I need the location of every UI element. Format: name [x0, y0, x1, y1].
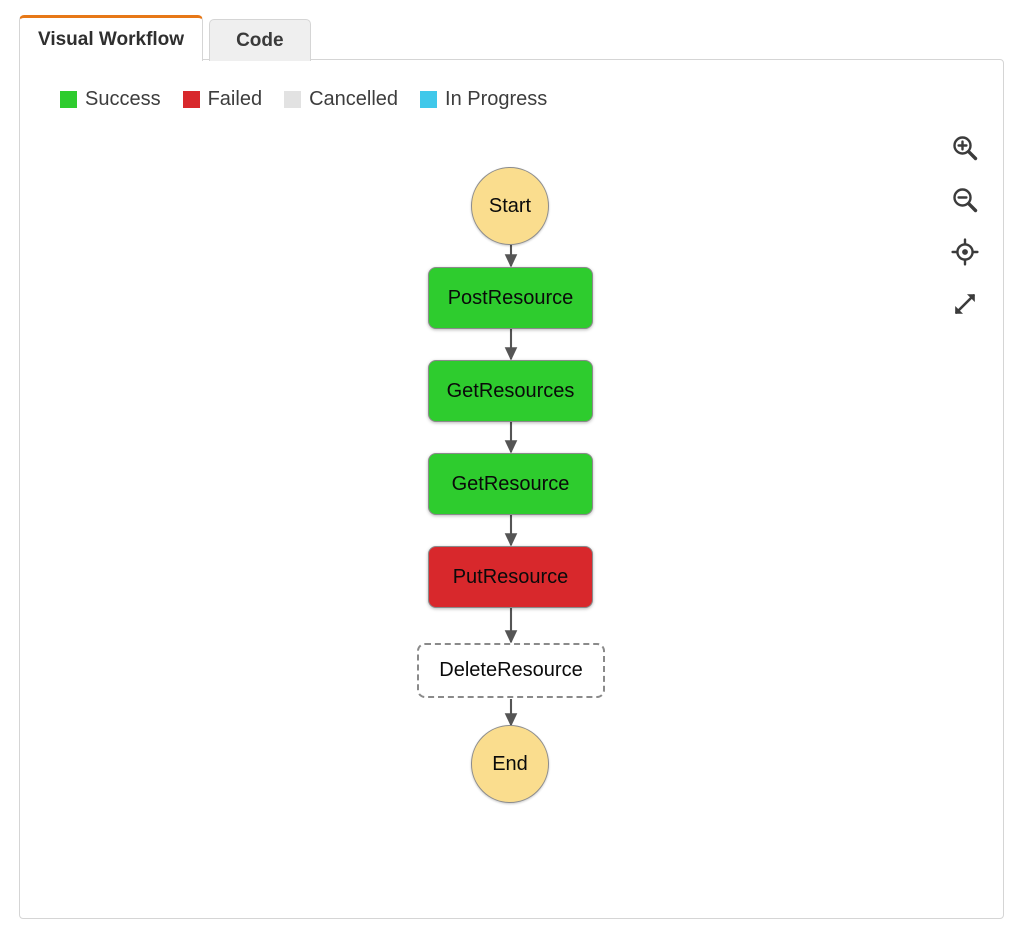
view-controls	[949, 132, 981, 320]
tab-visual-workflow-label: Visual Workflow	[38, 28, 185, 50]
workflow-node-start[interactable]: Start	[471, 167, 549, 245]
center-icon	[951, 238, 979, 266]
workflow-node-putresource-label: PutResource	[452, 565, 569, 588]
workflow-node-getresources[interactable]: GetResources	[428, 360, 593, 422]
zoom-out-icon	[953, 188, 978, 213]
center-button[interactable]	[949, 236, 981, 268]
fullscreen-button[interactable]	[949, 288, 981, 320]
tab-code[interactable]: Code	[209, 19, 311, 61]
workflow-node-getresources-label: GetResources	[446, 379, 575, 402]
workflow-node-end-label: End	[492, 752, 528, 775]
workflow-node-deleteresource[interactable]: DeleteResource	[417, 643, 605, 698]
tab-code-label: Code	[236, 29, 284, 51]
zoom-out-button[interactable]	[949, 184, 981, 216]
zoom-in-icon	[953, 136, 978, 161]
workflow-node-postresource-label: PostResource	[447, 286, 574, 309]
tab-visual-workflow[interactable]: Visual Workflow	[19, 15, 204, 61]
workflow-canvas[interactable]: Start PostResource GetResources GetResou…	[20, 60, 1003, 918]
workflow-node-start-label: Start	[488, 194, 532, 217]
zoom-in-button[interactable]	[949, 132, 981, 164]
workflow-node-putresource[interactable]: PutResource	[428, 546, 593, 608]
tab-bar: Visual Workflow Code	[19, 15, 311, 61]
workflow-node-postresource[interactable]: PostResource	[428, 267, 593, 329]
workflow-node-getresource-label: GetResource	[451, 472, 570, 495]
fullscreen-icon	[955, 294, 975, 314]
workflow-panel: Success Failed Cancelled In Progress Sta…	[19, 59, 1004, 919]
workflow-node-getresource[interactable]: GetResource	[428, 453, 593, 515]
visual-workflow-app: Visual Workflow Code Success Failed Canc…	[0, 0, 1024, 941]
workflow-node-end[interactable]: End	[471, 725, 549, 803]
workflow-node-deleteresource-label: DeleteResource	[439, 659, 583, 681]
